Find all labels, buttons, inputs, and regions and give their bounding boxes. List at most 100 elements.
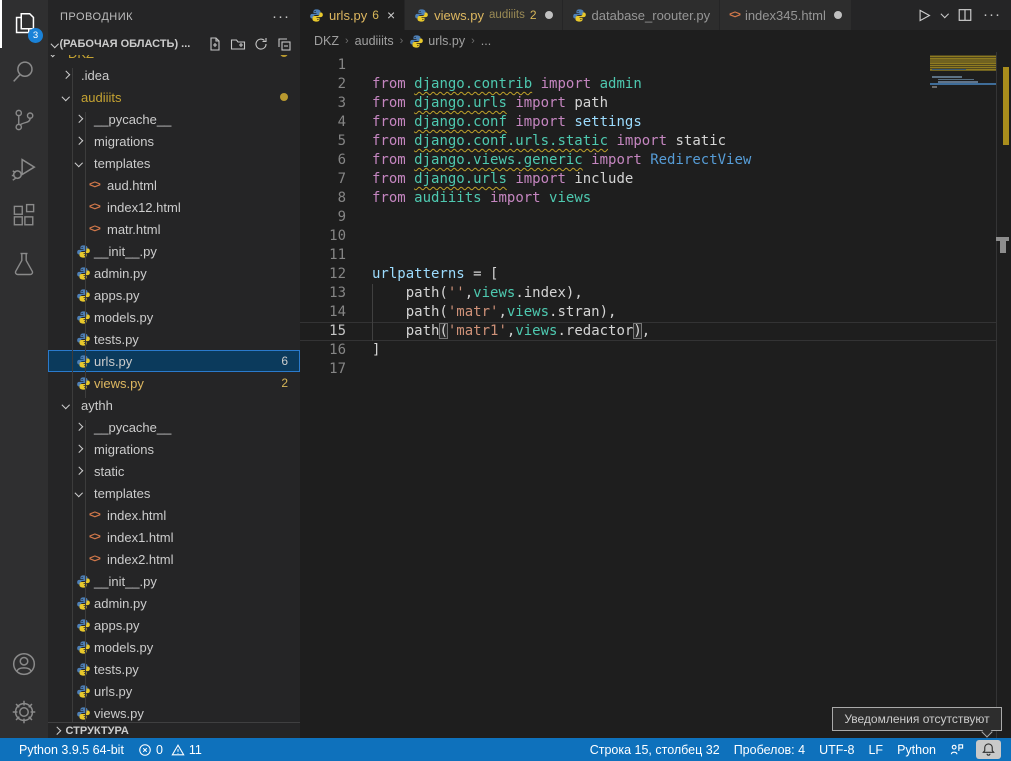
tree-item-label: audiiits	[81, 90, 121, 105]
tree-item-label: index1.html	[107, 530, 173, 545]
new-folder-icon[interactable]	[230, 36, 246, 52]
run-dropdown-chevron-icon[interactable]	[940, 10, 948, 18]
breadcrumb-item-urls.py[interactable]: urls.py	[409, 34, 465, 49]
testing-icon[interactable]	[0, 240, 48, 288]
explorer-badge: 3	[28, 28, 43, 43]
line-number: 1	[300, 56, 346, 75]
tree-item-label: models.py	[94, 310, 153, 325]
tree-item-label: apps.py	[94, 288, 140, 303]
html-file-icon: <>	[89, 509, 107, 521]
search-icon[interactable]	[0, 48, 48, 96]
code-line-14: 14 path('matr',views.stran),	[300, 303, 1011, 322]
tree-item-label: models.py	[94, 640, 153, 655]
chevron-down-icon	[51, 40, 59, 48]
tab-database_roouter.py[interactable]: database_roouter.py	[563, 0, 721, 30]
chevron-right-icon	[75, 423, 83, 431]
code-line-9: 9	[300, 208, 1011, 227]
tab-urls.py[interactable]: urls.py6×	[300, 0, 405, 30]
line-number: 3	[300, 94, 346, 113]
status-bar-right: Строка 15, столбец 32Пробелов: 4UTF-8LFP…	[583, 740, 1005, 759]
tab-views.py[interactable]: views.pyaudiiits2	[405, 0, 562, 30]
html-file-icon: <>	[89, 179, 107, 191]
tree-item-label: static	[94, 464, 124, 479]
breadcrumb-separator-icon: ›	[471, 35, 475, 47]
close-icon[interactable]: ×	[387, 7, 395, 23]
activity-bar: 3	[0, 0, 48, 738]
tree-item-label: urls.py	[94, 684, 132, 699]
explorer-more-icon[interactable]: ···	[272, 12, 290, 22]
tree-item-label: index2.html	[107, 552, 173, 567]
status-cursor-position[interactable]: Строка 15, столбец 32	[583, 743, 727, 757]
code-line-2: 2from django.contrib import admin	[300, 75, 1011, 94]
more-actions-icon[interactable]: ···	[983, 10, 1001, 20]
python-file-icon	[572, 8, 587, 23]
bell-icon	[981, 742, 996, 757]
tree-item-.idea[interactable]: .idea	[48, 64, 300, 86]
workspace-header[interactable]: (РАБОЧАЯ ОБЛАСТЬ) ...	[48, 33, 300, 55]
tab-label: index345.html	[745, 8, 826, 23]
html-file-icon: <>	[89, 201, 107, 213]
code-line-12: 12urlpatterns = [	[300, 265, 1011, 284]
status-encoding[interactable]: UTF-8	[812, 743, 861, 757]
split-editor-icon[interactable]	[957, 7, 973, 23]
tab-label: database_roouter.py	[592, 8, 711, 23]
chevron-down-icon	[62, 93, 70, 101]
chevron-right-icon	[75, 115, 83, 123]
code-line-1: 1	[300, 56, 1011, 75]
new-file-icon[interactable]	[207, 36, 223, 52]
tree-item-label: index.html	[107, 508, 166, 523]
chevron-down-icon	[49, 55, 57, 57]
modified-dot-icon[interactable]	[834, 11, 842, 19]
collapse-all-icon[interactable]	[276, 36, 292, 52]
tree-item-label: __pycache__	[94, 420, 171, 435]
problems-badge: 2	[281, 376, 288, 390]
breadcrumb-item-...[interactable]: ...	[481, 34, 491, 48]
extensions-icon[interactable]	[0, 192, 48, 240]
account-icon[interactable]	[0, 640, 48, 688]
breadcrumb-item-audiiits[interactable]: audiiits	[355, 34, 394, 48]
code-line-10: 10	[300, 227, 1011, 246]
status-eol[interactable]: LF	[861, 743, 890, 757]
run-python-file-icon[interactable]	[915, 7, 932, 24]
python-interpreter[interactable]: Python 3.9.5 64-bit	[12, 738, 131, 761]
html-file-icon: <>	[729, 9, 740, 21]
status-indentation[interactable]: Пробелов: 4	[727, 743, 812, 757]
feedback-item[interactable]	[943, 742, 970, 757]
code-line-15: 15 path('matr1',views.redactor),	[300, 322, 1011, 341]
settings-gear-icon[interactable]	[0, 688, 48, 736]
outline-section-header[interactable]: СТРУКТУРА	[48, 722, 300, 738]
status-language-mode[interactable]: Python	[890, 743, 943, 757]
tree-item-label: __init__.py	[94, 244, 157, 259]
line-number: 16	[300, 341, 346, 360]
tree-item-label: templates	[94, 486, 150, 501]
tab-index345.html[interactable]: <> index345.html	[720, 0, 852, 30]
tree-item-audiiits[interactable]: audiiits	[48, 86, 300, 108]
tree-item-label: migrations	[94, 442, 154, 457]
tree-item-DKZ[interactable]: DKZ	[48, 55, 300, 64]
refresh-icon[interactable]	[253, 36, 269, 52]
tree-item-label: aud.html	[107, 178, 157, 193]
tree-item-label: urls.py	[94, 354, 132, 369]
minimap[interactable]	[930, 52, 996, 738]
modified-dot-icon	[280, 93, 288, 101]
run-debug-icon[interactable]	[0, 144, 48, 192]
chevron-right-icon	[75, 137, 83, 145]
indent-guide	[85, 420, 86, 722]
code-line-5: 5from django.conf.urls.static import sta…	[300, 132, 1011, 151]
tree-item-label: .idea	[81, 68, 109, 83]
indent-guide	[72, 68, 73, 722]
problems-indicator[interactable]: 0 11	[131, 738, 209, 761]
code-editor[interactable]: 12from django.contrib import admin3from …	[300, 52, 1011, 738]
explorer-icon[interactable]: 3	[0, 0, 48, 48]
breadcrumb-item-DKZ[interactable]: DKZ	[314, 34, 339, 48]
source-control-icon[interactable]	[0, 96, 48, 144]
notifications-item[interactable]	[970, 740, 1005, 759]
warning-count: 11	[189, 743, 202, 757]
tab-bar: urls.py6×views.pyaudiiits2 database_roout…	[300, 0, 1011, 30]
tree-item-label: templates	[94, 156, 150, 171]
tree-item-label: apps.py	[94, 618, 140, 633]
code-line-13: 13 path('',views.index),	[300, 284, 1011, 303]
code-line-3: 3from django.urls import path	[300, 94, 1011, 113]
tree-item-label: admin.py	[94, 266, 147, 281]
modified-dot-icon[interactable]	[545, 11, 553, 19]
